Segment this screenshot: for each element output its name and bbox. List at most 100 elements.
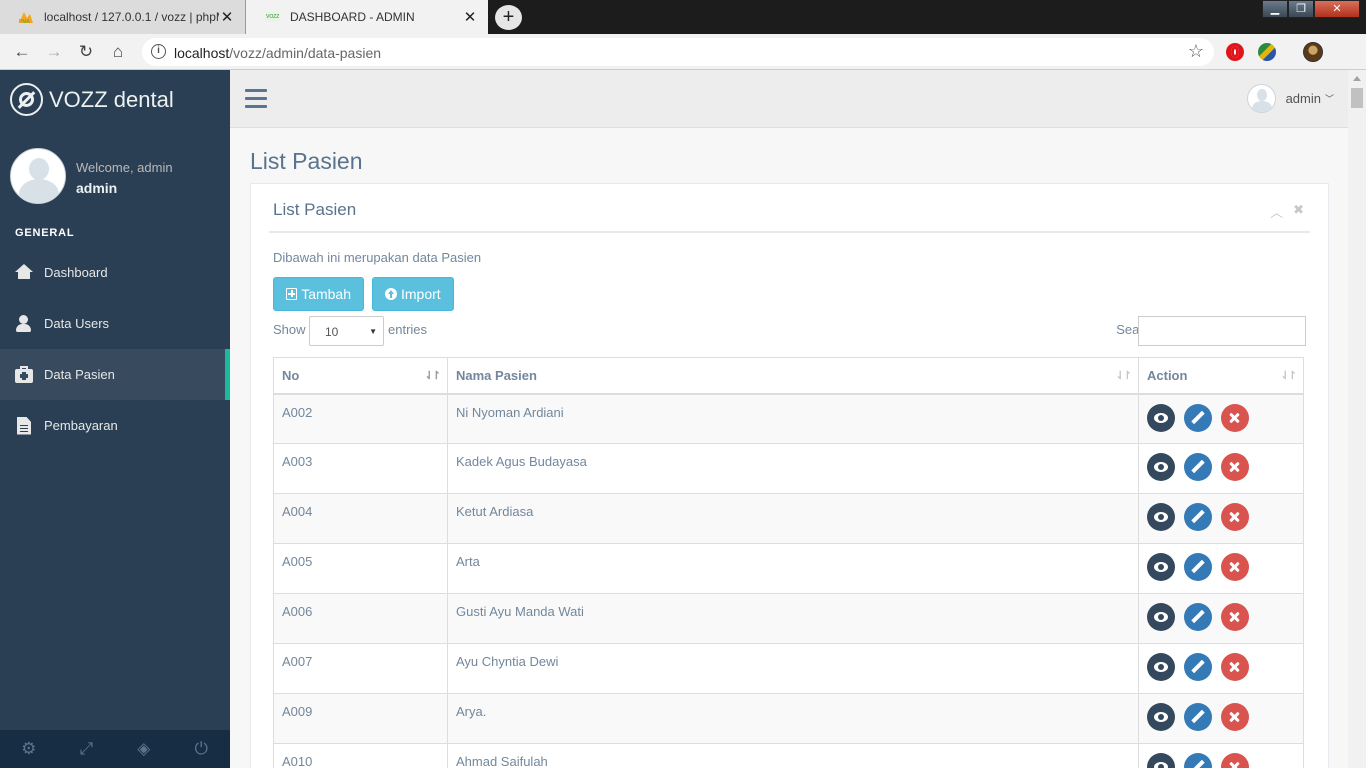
- edit-button[interactable]: [1184, 603, 1212, 631]
- user-dropdown[interactable]: admin ﹀: [1246, 84, 1334, 113]
- column-header-no[interactable]: No ⇃↾: [273, 357, 448, 395]
- view-button[interactable]: [1147, 403, 1175, 432]
- edit-button[interactable]: [1184, 653, 1212, 681]
- globe-extension-icon[interactable]: [1258, 43, 1276, 61]
- add-button-label: Tambah: [301, 286, 351, 302]
- pencil-icon: [1191, 410, 1205, 424]
- profile-name: admin: [76, 180, 118, 196]
- import-button[interactable]: Import: [372, 277, 454, 311]
- entries-select[interactable]: 10 ▼: [309, 316, 384, 346]
- delete-button[interactable]: [1221, 703, 1249, 731]
- view-button[interactable]: [1147, 603, 1175, 631]
- minimize-icon[interactable]: ▁: [1262, 0, 1288, 18]
- window-close-icon[interactable]: ✕: [1314, 0, 1360, 18]
- row-actions: [1147, 753, 1295, 768]
- table-header-row: No ⇃↾ Nama Pasien ⇃↾ Action ⇃↾: [273, 357, 1304, 395]
- cell-action: [1138, 543, 1304, 594]
- page-title: List Pasien: [250, 148, 363, 174]
- scroll-thumb[interactable]: [1351, 88, 1363, 108]
- opera-extension-icon[interactable]: [1226, 43, 1244, 61]
- browser-tab-phpmyadmin[interactable]: PMA localhost / 127.0.0.1 / vozz | phpMy…: [0, 0, 246, 34]
- medkit-icon: [15, 365, 33, 384]
- edit-button[interactable]: [1184, 753, 1212, 768]
- info-icon[interactable]: i: [151, 44, 166, 59]
- add-patient-button[interactable]: Tambah: [273, 277, 364, 311]
- edit-button[interactable]: [1184, 403, 1212, 432]
- caret-down-icon: ▼: [369, 327, 377, 336]
- cell-action: [1138, 593, 1304, 644]
- collapse-icon[interactable]: ︿: [1270, 202, 1283, 221]
- column-label: Action: [1147, 367, 1188, 383]
- row-actions: [1147, 553, 1295, 581]
- tab-title: localhost / 127.0.0.1 / vozz | phpMyAdmi…: [44, 10, 219, 24]
- browser-tab-dashboard[interactable]: VOZZ DASHBOARD - ADMIN ✕: [246, 0, 488, 34]
- search-input[interactable]: [1138, 316, 1306, 346]
- column-header-action[interactable]: Action ⇃↾: [1138, 357, 1304, 395]
- cell-nama: Ayu Chyntia Dewi: [447, 643, 1139, 694]
- edit-button[interactable]: [1184, 503, 1212, 531]
- cell-nama: Arta: [447, 543, 1139, 594]
- delete-button[interactable]: [1221, 403, 1249, 432]
- view-button[interactable]: [1147, 653, 1175, 681]
- cell-no: A004: [273, 493, 448, 544]
- patients-panel: List Pasien ︿ ✖ Dibawah ini merupakan da…: [250, 183, 1329, 768]
- delete-button[interactable]: [1221, 603, 1249, 631]
- delete-button[interactable]: [1221, 753, 1249, 768]
- column-header-nama[interactable]: Nama Pasien ⇃↾: [447, 357, 1139, 395]
- patients-table: No ⇃↾ Nama Pasien ⇃↾ Action ⇃↾ A002 Ni Nyoma…: [273, 357, 1304, 768]
- sidebar-item-data-users[interactable]: Data Users: [0, 298, 230, 349]
- reload-icon[interactable]: ↻: [76, 42, 96, 62]
- home-page-icon[interactable]: ⌂: [108, 42, 128, 62]
- table-row: A010 Ahmad Saifulah: [273, 743, 1304, 768]
- cell-action: [1138, 493, 1304, 544]
- lock-icon[interactable]: ◈: [115, 730, 173, 768]
- power-icon[interactable]: ⏻: [173, 730, 231, 768]
- view-button[interactable]: [1147, 453, 1175, 481]
- sort-asc-icon: ⇃↾: [424, 370, 442, 382]
- view-button[interactable]: [1147, 703, 1175, 731]
- brand[interactable]: VOZZ dental: [10, 83, 174, 116]
- maximize-icon[interactable]: ❐: [1288, 0, 1314, 18]
- upload-circle-icon: [385, 288, 397, 300]
- sidebar-item-dashboard[interactable]: Dashboard: [0, 247, 230, 298]
- view-button[interactable]: [1147, 553, 1175, 581]
- browser-tab-strip: PMA localhost / 127.0.0.1 / vozz | phpMy…: [0, 0, 1366, 34]
- cell-no: A010: [273, 743, 448, 768]
- vozz-favicon-icon: VOZZ: [265, 12, 279, 22]
- new-tab-button[interactable]: +: [495, 5, 522, 30]
- scroll-up-icon[interactable]: [1353, 76, 1361, 81]
- delete-button[interactable]: [1221, 553, 1249, 581]
- row-actions: [1147, 403, 1295, 432]
- table-row: A005 Arta: [273, 543, 1304, 594]
- panel-description: Dibawah ini merupakan data Pasien: [273, 250, 482, 265]
- view-button[interactable]: [1147, 503, 1175, 531]
- profile-avatar-icon[interactable]: [1303, 42, 1323, 62]
- row-actions: [1147, 453, 1295, 481]
- delete-button[interactable]: [1221, 653, 1249, 681]
- main-content: admin ﹀ List Pasien List Pasien ︿ ✖ Diba…: [230, 70, 1348, 768]
- cell-nama: Ahmad Saifulah: [447, 743, 1139, 768]
- close-icon[interactable]: ✕: [219, 8, 235, 26]
- edit-button[interactable]: [1184, 553, 1212, 581]
- edit-button[interactable]: [1184, 703, 1212, 731]
- sort-icon: ⇃↾: [1280, 370, 1298, 382]
- settings-icon[interactable]: ⚙: [0, 730, 58, 768]
- sidebar-item-data-pasien[interactable]: Data Pasien: [0, 349, 230, 400]
- url-text[interactable]: localhost/vozz/admin/data-pasien: [174, 45, 381, 61]
- page-scrollbar[interactable]: [1348, 70, 1366, 768]
- edit-button[interactable]: [1184, 453, 1212, 481]
- pencil-icon: [1191, 459, 1205, 474]
- svg-text:PMA: PMA: [19, 19, 31, 24]
- close-icon[interactable]: ✕: [462, 8, 478, 26]
- menu-toggle-icon[interactable]: [245, 89, 267, 108]
- close-icon[interactable]: ✖: [1293, 202, 1304, 221]
- fullscreen-icon[interactable]: ⤢: [58, 730, 116, 768]
- delete-button[interactable]: [1221, 453, 1249, 481]
- view-button[interactable]: [1147, 753, 1175, 768]
- delete-button[interactable]: [1221, 503, 1249, 531]
- back-icon[interactable]: ←: [12, 42, 32, 62]
- address-bar[interactable]: i localhost/vozz/admin/data-pasien ☆: [142, 38, 1214, 66]
- forward-icon[interactable]: →: [44, 42, 64, 62]
- sidebar-item-pembayaran[interactable]: Pembayaran: [0, 400, 230, 451]
- bookmark-star-icon[interactable]: ☆: [1188, 41, 1204, 62]
